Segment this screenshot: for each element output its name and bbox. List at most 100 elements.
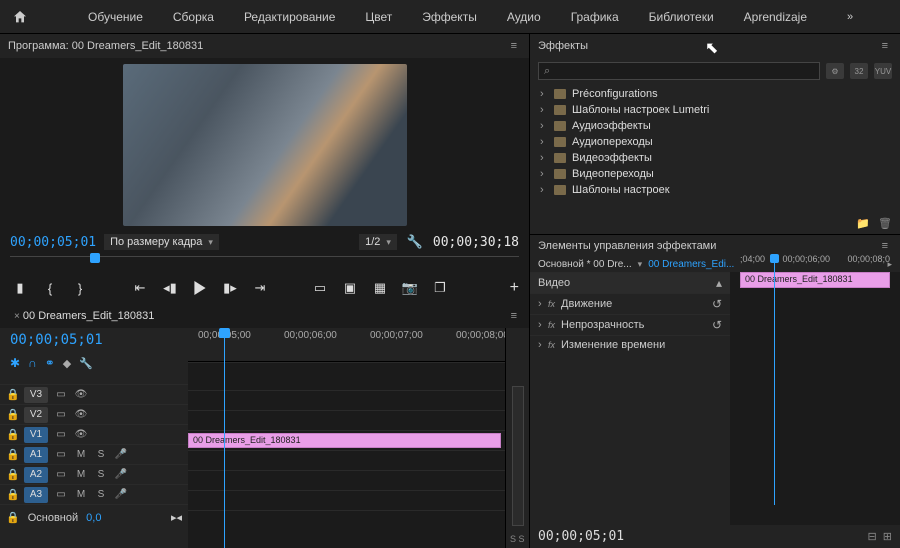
timeline-tc[interactable]: 00;00;05;01: [0, 328, 188, 350]
effects-folder[interactable]: ›Аудиоэффекты: [536, 118, 894, 134]
effects-folder[interactable]: ›Шаблоны настроек Lumetri: [536, 102, 894, 118]
step-back-icon[interactable]: ◂▮: [160, 278, 180, 298]
workspace-more[interactable]: »: [837, 7, 863, 27]
mark-open-icon[interactable]: {: [40, 278, 60, 298]
workspace-tab[interactable]: Aprendizaje: [730, 4, 821, 30]
program-tc-in[interactable]: 00;00;05;01: [10, 235, 96, 250]
fx-badge-32bit[interactable]: 32: [850, 63, 868, 79]
timeline-ruler[interactable]: 00;00;05;0000;00;06;0000;00;07;0000;00;0…: [188, 328, 505, 362]
program-scrub-bar[interactable]: [10, 256, 519, 270]
fxctrl-source[interactable]: Основной * 00 Dre...: [538, 259, 632, 270]
wrench-icon[interactable]: 🔧: [405, 232, 425, 252]
mark-close-icon[interactable]: }: [70, 278, 90, 298]
fxctrl-timeline[interactable]: ;04;00 00;00;06;00 00;00;08;0 00 Dreamer…: [730, 272, 900, 525]
fx-badge-accel[interactable]: ⚙: [826, 63, 844, 79]
reset-icon[interactable]: ↺: [712, 297, 722, 311]
settings-icon[interactable]: 🔧: [79, 357, 93, 370]
zoom-in-icon[interactable]: ⊞: [883, 531, 892, 543]
reset-icon[interactable]: ↺: [712, 318, 722, 332]
rec-icon[interactable]: ▸◂: [171, 511, 182, 524]
step-fwd-icon[interactable]: ▮▸: [220, 278, 240, 298]
timeline-playhead[interactable]: [224, 328, 225, 548]
mic-icon[interactable]: 🎤: [114, 489, 128, 500]
link-icon[interactable]: ⚭: [45, 356, 55, 370]
effects-folder[interactable]: ›Аудиопереходы: [536, 134, 894, 150]
fxctrl-motion-row[interactable]: ›fx Движение ↺: [530, 293, 730, 314]
effects-folder[interactable]: ›Préconfigurations: [536, 86, 894, 102]
zoom-out-icon[interactable]: ⊟: [867, 531, 876, 543]
toggle-output-icon[interactable]: ▭: [54, 449, 68, 460]
program-panel-menu[interactable]: ≡: [507, 38, 521, 54]
delete-icon[interactable]: 🗑: [878, 217, 892, 230]
mic-icon[interactable]: 🎤: [114, 449, 128, 460]
video-track-header[interactable]: 🔒V1▭👁: [0, 424, 188, 444]
audio-track-header[interactable]: 🔒A1▭MS🎤: [0, 444, 188, 464]
toggle-output-icon[interactable]: ▭: [54, 469, 68, 480]
eye-icon[interactable]: 👁: [74, 389, 88, 400]
lock-icon[interactable]: 🔒: [6, 468, 18, 481]
lock-icon[interactable]: 🔒: [6, 488, 18, 501]
workspace-tab[interactable]: Обучение: [74, 4, 157, 30]
fxctrl-sequence-link[interactable]: 00 Dreamers_Edi...: [648, 259, 734, 270]
home-button[interactable]: [6, 5, 34, 29]
eye-icon[interactable]: 👁: [74, 429, 88, 440]
fxctrl-clip[interactable]: 00 Dreamers_Edit_180831: [740, 272, 890, 288]
toggle-output-icon[interactable]: ▭: [54, 409, 68, 420]
workspace-tab[interactable]: Эффекты: [408, 4, 491, 30]
mark-in-icon[interactable]: ▮: [10, 278, 30, 298]
workspace-tab[interactable]: Аудио: [493, 4, 555, 30]
video-track-header[interactable]: 🔒V2▭👁: [0, 404, 188, 424]
master-value[interactable]: 0,0: [86, 512, 101, 524]
timeline-panel-menu[interactable]: ≡: [507, 308, 521, 324]
lock-icon[interactable]: 🔒: [6, 428, 18, 441]
workspace-tab[interactable]: Редактирование: [230, 4, 349, 30]
camera-icon[interactable]: 📷: [400, 278, 420, 298]
workspace-tab[interactable]: Библиотеки: [635, 4, 728, 30]
audio-track-header[interactable]: 🔒A2▭MS🎤: [0, 464, 188, 484]
extract-icon[interactable]: ▣: [340, 278, 360, 298]
marker-icon[interactable]: ◆: [63, 357, 71, 370]
workspace-tab[interactable]: Цвет: [351, 4, 406, 30]
effects-folder[interactable]: ›Шаблоны настроек: [536, 182, 894, 198]
playback-res-dropdown[interactable]: 1/2▾: [359, 234, 397, 250]
effects-folder[interactable]: ›Видеоэффекты: [536, 150, 894, 166]
lock-icon[interactable]: 🔒: [6, 408, 18, 421]
snap-icon[interactable]: ✱: [10, 356, 20, 370]
fxctrl-playhead[interactable]: [774, 254, 775, 505]
workspace-tab[interactable]: Графика: [557, 4, 633, 30]
export-frame-icon[interactable]: ▦: [370, 278, 390, 298]
toggle-output-icon[interactable]: ▭: [54, 429, 68, 440]
add-button-icon[interactable]: +: [510, 279, 519, 297]
lock-icon[interactable]: 🔒: [6, 511, 20, 524]
audio-track-header[interactable]: 🔒A3▭MS🎤: [0, 484, 188, 504]
fx-badge-yuv[interactable]: YUV: [874, 63, 892, 79]
toggle-output-icon[interactable]: ▭: [54, 489, 68, 500]
magnet-icon[interactable]: ∩: [28, 356, 37, 370]
effects-panel-menu[interactable]: ≡: [878, 38, 892, 54]
workspace-tab[interactable]: Сборка: [159, 4, 228, 30]
effects-folder[interactable]: ›Видеопереходы: [536, 166, 894, 182]
fxctrl-tc[interactable]: 00;00;05;01: [538, 529, 624, 544]
go-in-icon[interactable]: ⇤: [130, 278, 150, 298]
tab-close-icon[interactable]: ×: [14, 311, 20, 322]
compare-icon[interactable]: ❐: [430, 278, 450, 298]
zoom-fit-dropdown[interactable]: По размеру кадра▾: [104, 234, 219, 250]
program-video-frame[interactable]: [123, 64, 407, 226]
fxctrl-panel-menu[interactable]: ≡: [878, 238, 892, 254]
lift-icon[interactable]: ▭: [310, 278, 330, 298]
new-bin-icon[interactable]: 📁: [856, 217, 870, 230]
go-out-icon[interactable]: ⇥: [250, 278, 270, 298]
mic-icon[interactable]: 🎤: [114, 469, 128, 480]
fxctrl-opacity-row[interactable]: ›fx Непрозрачность ↺: [530, 314, 730, 335]
lock-icon[interactable]: 🔒: [6, 448, 18, 461]
toggle-output-icon[interactable]: ▭: [54, 389, 68, 400]
eye-icon[interactable]: 👁: [74, 409, 88, 420]
effects-search-input[interactable]: [538, 62, 820, 80]
lock-icon[interactable]: 🔒: [6, 388, 18, 401]
timeline-tracks[interactable]: 00;00;05;0000;00;06;0000;00;07;0000;00;0…: [188, 328, 505, 548]
video-track-header[interactable]: 🔒V3▭👁: [0, 384, 188, 404]
play-icon[interactable]: [190, 278, 210, 298]
collapse-icon[interactable]: ▴: [716, 276, 722, 290]
fxctrl-time-row[interactable]: ›fx Изменение времени: [530, 335, 730, 354]
timeline-tab[interactable]: 00 Dreamers_Edit_180831: [23, 310, 154, 322]
